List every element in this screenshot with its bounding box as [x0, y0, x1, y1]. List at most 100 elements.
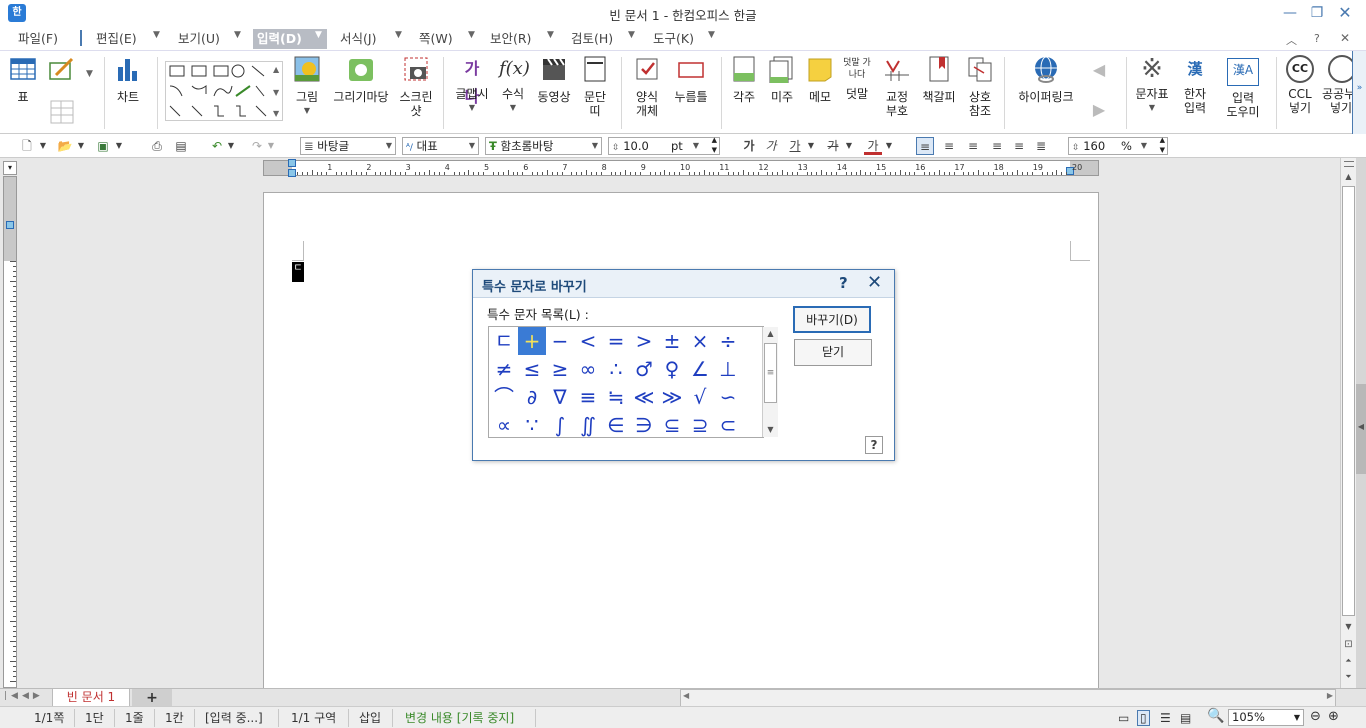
chevron-down-icon[interactable]: ▼ [496, 101, 530, 115]
align-distribute-icon[interactable]: ≡ [1010, 137, 1028, 155]
symbol-cell[interactable]: ⊆ [658, 411, 686, 439]
form-object-button[interactable]: 양식 개체 [628, 55, 666, 118]
symbol-cell[interactable]: ∝ [490, 411, 518, 439]
chevron-down-icon[interactable]: ▼ [153, 30, 160, 40]
symbol-cell[interactable]: ∠ [686, 355, 714, 383]
side-pane-collapsed[interactable]: ◀ [1356, 158, 1366, 688]
symbol-cell[interactable]: ∇ [546, 383, 574, 411]
symbol-cell[interactable]: ∂ [518, 383, 546, 411]
scroll-up-icon[interactable]: ▲ [1341, 170, 1356, 184]
zoom-select[interactable]: 105% ▼ [1228, 709, 1304, 726]
symbol-cell[interactable]: ≠ [490, 355, 518, 383]
horizontal-ruler[interactable]: 1 2 3 4 5 6 7 8 9 10 11 12 13 14 15 16 17 18 19 20 [263, 159, 1099, 177]
split-handle-icon[interactable] [1344, 161, 1354, 167]
vertical-scrollbar[interactable]: ▲ ▼ ⊡ ⏶ ⏷ [1340, 158, 1356, 688]
page-view-icon[interactable]: ⊡ [1341, 638, 1356, 652]
menu-edit[interactable]: 편집(E) [92, 29, 141, 49]
undo-icon[interactable]: ↶ [208, 137, 226, 155]
restore-icon[interactable]: ❐ [1306, 2, 1328, 24]
chevron-down-icon[interactable]: ▼ [86, 69, 93, 79]
add-tab-button[interactable]: + [132, 689, 172, 707]
font-size-field[interactable]: ⇳ 10.0 pt ▼ ▲ ▼ [608, 136, 720, 155]
symbol-cell[interactable]: = [602, 327, 630, 355]
symbol-cell[interactable]: ♀ [658, 355, 686, 383]
symbol-cell[interactable]: √ [686, 383, 714, 411]
align-right-icon[interactable]: ≡ [988, 137, 1006, 155]
view-page-icon[interactable]: ▯ [1137, 710, 1150, 726]
view-draft-icon[interactable]: ▤ [1180, 710, 1191, 726]
symbol-cell[interactable]: ∫ [546, 411, 574, 439]
dialog-title-bar[interactable]: 특수 문자로 바꾸기 ? ✕ [473, 270, 894, 298]
scroll-thumb[interactable] [1342, 186, 1355, 616]
symbol-cell[interactable]: ≤ [518, 355, 546, 383]
symbol-cell[interactable]: ∈ [602, 411, 630, 439]
forward-arrow-icon[interactable]: ▶ [1088, 102, 1110, 118]
chart-button[interactable]: 차트 [110, 55, 146, 104]
picture-button[interactable]: 그림 ▼ [290, 55, 324, 118]
hyperlink-button[interactable]: 하이퍼링크 [1012, 55, 1080, 104]
paragraph-style-select[interactable]: ≣ 바탕글 ▼ [300, 137, 396, 155]
shapes-gallery[interactable] [165, 61, 283, 121]
symbol-cell[interactable]: ≪ [630, 383, 658, 411]
scroll-up-icon[interactable]: ▲ [763, 327, 778, 341]
save-icon[interactable]: ▣ [94, 137, 112, 155]
tab-document-1[interactable]: 빈 문서 1 [52, 689, 130, 707]
symbol-cell[interactable]: ± [658, 327, 686, 355]
symbol-grid[interactable]: ㄷ + − < = > ± × ÷ ≠ ≤ ≥ ∞ ∴ ♂ ♀ ∠ ⊥ ⌒ ∂ ∇ ≡ ≒ ≪ ≫ √ ∽ ∝ ∵ ∫ ∬ ∈ ∋ ⊆ ⊇ ⊂ ▲ ≡… [488, 326, 778, 439]
menu-format[interactable]: 서식(J) [336, 29, 380, 49]
horizontal-scrollbar[interactable]: ◀ ▶ [680, 689, 1336, 707]
bookmark-button[interactable]: 책갈피 [918, 55, 960, 104]
chevron-down-icon[interactable]: ▼ [628, 30, 635, 40]
symbol-cell[interactable]: ⊥ [714, 355, 742, 383]
hanja-input-button[interactable]: 漢 한자 입력 [1176, 55, 1214, 115]
chevron-down-icon[interactable]: ▼ [806, 137, 816, 155]
status-insert-mode[interactable]: 삽입 [359, 710, 381, 726]
scroll-thumb[interactable]: ≡ [764, 343, 777, 403]
ribbon-expand-icon[interactable]: » [1352, 51, 1366, 135]
symbol-cell[interactable]: ÷ [714, 327, 742, 355]
stepper-icon[interactable]: ▲ ▼ [1160, 135, 1165, 155]
replace-button[interactable]: 바꾸기(D) [793, 306, 871, 333]
ccl-insert-button[interactable]: CC CCL 넣기 [1282, 55, 1318, 115]
chevron-down-icon[interactable]: ▼ [290, 104, 324, 118]
italic-button[interactable]: 가 [762, 137, 780, 155]
symbol-grid-scrollbar[interactable]: ▲ ≡ ▼ [762, 327, 778, 437]
tab-nav-icons[interactable]: |◀◀▶ [4, 691, 44, 701]
new-document-icon[interactable]: 🗋 [18, 137, 36, 155]
page-up-icon[interactable]: ⏶ [1341, 654, 1356, 668]
ribbon-close-icon[interactable]: ✕ [1340, 31, 1350, 45]
symbol-cell[interactable]: − [546, 327, 574, 355]
symbol-cell[interactable]: < [574, 327, 602, 355]
symbol-cell[interactable]: ⊂ [714, 411, 742, 439]
public-license-button[interactable]: 공공누 넣기 [1322, 55, 1352, 115]
chevron-down-icon[interactable]: ▼ [273, 109, 279, 118]
symbol-cell[interactable]: × [686, 327, 714, 355]
symbol-cell[interactable]: ≒ [602, 383, 630, 411]
menu-tools[interactable]: 도구(K) [649, 29, 698, 49]
charmap-button[interactable]: ※ 문자표 ▼ [1132, 55, 1172, 115]
help-icon[interactable]: ? [1314, 32, 1320, 45]
pushbutton-button[interactable]: 누름틀 [668, 55, 714, 104]
print-icon[interactable]: ⎙ [148, 137, 166, 155]
gallery-button[interactable]: 그리기마당 [330, 55, 392, 104]
symbol-cell[interactable]: ⊇ [686, 411, 714, 439]
underline-button[interactable]: 가 [786, 137, 804, 155]
glyph-art-button[interactable]: 가나 글맵시 ▼ [450, 55, 494, 115]
scroll-down-icon[interactable]: ▼ [1341, 620, 1356, 634]
scroll-right-icon[interactable]: ▶ [1327, 691, 1333, 700]
symbol-cell[interactable]: ∴ [602, 355, 630, 383]
chevron-up-icon[interactable]: ▲ [273, 65, 279, 74]
chevron-down-icon[interactable]: ▼ [708, 30, 715, 40]
proof-mark-button[interactable]: 교정 부호 [878, 55, 916, 118]
symbol-cell[interactable]: ⌒ [490, 383, 518, 411]
vertical-ruler[interactable] [3, 176, 17, 688]
chevron-down-icon[interactable]: ▼ [273, 88, 279, 97]
menu-review[interactable]: 검토(H) [567, 29, 617, 49]
zoom-out-icon[interactable]: ⊖ [1310, 709, 1321, 725]
chevron-down-icon[interactable]: ▼ [226, 137, 236, 155]
symbol-cell[interactable]: ∞ [574, 355, 602, 383]
scroll-left-icon[interactable]: ◀ [683, 691, 689, 700]
menu-security[interactable]: 보안(R) [486, 29, 535, 49]
chevron-down-icon[interactable]: ▼ [266, 137, 276, 155]
menu-view[interactable]: 보기(U) [174, 29, 224, 49]
